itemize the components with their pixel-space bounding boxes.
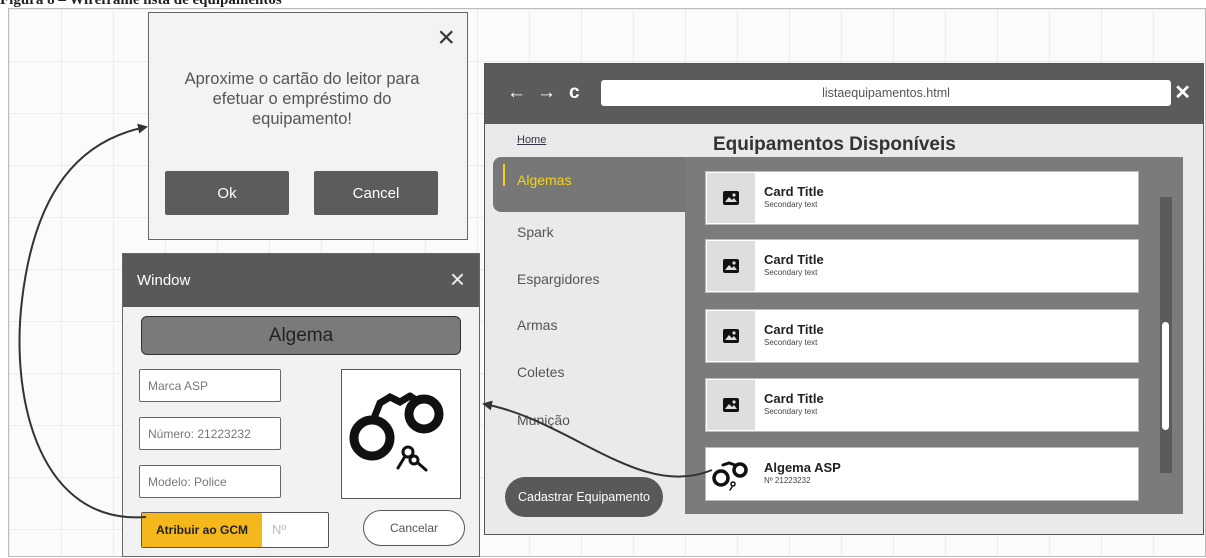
arrow-card-to-window bbox=[482, 400, 713, 478]
arrow-window-to-dialog bbox=[18, 123, 148, 519]
flow-arrows bbox=[18, 123, 713, 519]
